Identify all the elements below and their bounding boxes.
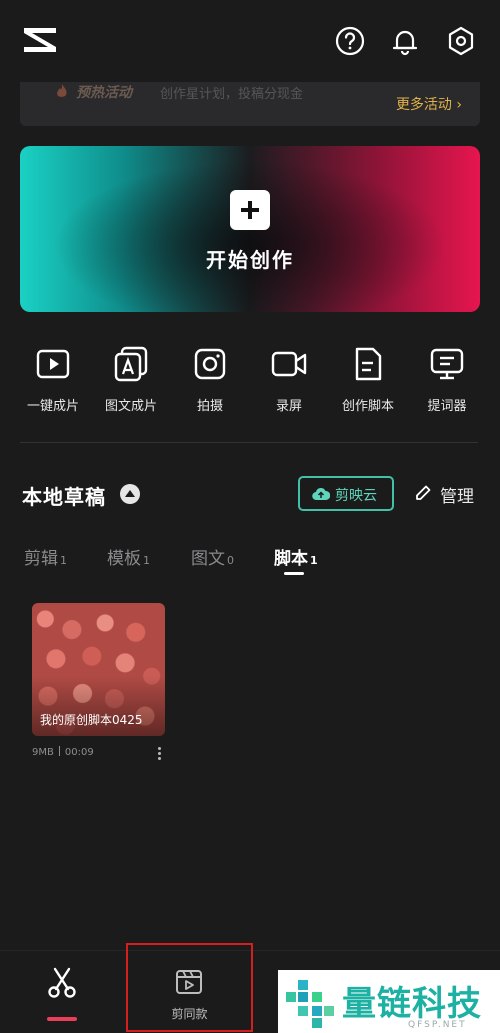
tab-label: 模板 <box>107 549 141 569</box>
draft-size: 9MB <box>32 747 54 758</box>
tab-count: 0 <box>227 554 234 567</box>
tools-row: 一键成片 图文成片 拍摄 录屏 创作脚本 提词器 <box>0 345 500 425</box>
cloud-upload-icon <box>312 487 330 501</box>
tool-one-click[interactable]: 一键成片 <box>12 345 94 423</box>
tool-label: 拍摄 <box>196 399 223 414</box>
tool-text-image[interactable]: 图文成片 <box>90 345 172 423</box>
fire-icon <box>57 84 67 97</box>
watermark-text: 量链科技 <box>342 984 482 1024</box>
start-creating-label: 开始创作 <box>206 248 294 272</box>
active-nav-indicator <box>47 1017 77 1021</box>
bell-icon[interactable] <box>390 26 420 56</box>
capcut-logo <box>24 28 56 52</box>
record-icon <box>271 351 307 377</box>
tab-image-text[interactable]: 图文 0 <box>191 544 234 569</box>
tool-label: 图文成片 <box>104 399 157 414</box>
tab-label: 图文 <box>191 549 225 569</box>
divider <box>20 442 478 443</box>
draft-duration: 00:09 <box>64 747 94 758</box>
script-icon <box>355 347 382 381</box>
scissors-icon <box>48 967 76 998</box>
draft-tabs: 剪辑 1 模板 1 图文 0 脚本 1 <box>0 540 500 580</box>
cloud-button[interactable]: 剪映云 <box>298 476 394 511</box>
nav-edit[interactable] <box>30 961 94 1021</box>
tab-label: 剪辑 <box>24 549 58 569</box>
tool-camera[interactable]: 拍摄 <box>169 345 251 423</box>
tab-count: 1 <box>143 554 150 567</box>
tab-label: 脚本 <box>274 549 308 569</box>
banner-title: 预热活动 <box>76 85 132 101</box>
nav-template-label: 剪同款 <box>171 1007 208 1021</box>
activity-banner[interactable]: 预热活动 创作星计划，投稿分现金 更多活动 › <box>20 82 480 126</box>
plus-icon <box>230 190 270 230</box>
draft-title: 我的原创脚本0425 <box>40 713 143 727</box>
tab-template[interactable]: 模板 1 <box>107 544 150 569</box>
draft-meta: 9MB 00:09 <box>32 746 94 758</box>
tool-script[interactable]: 创作脚本 <box>327 345 409 423</box>
active-tab-indicator <box>284 572 304 575</box>
tool-screen-record[interactable]: 录屏 <box>248 345 330 423</box>
tab-count: 1 <box>310 554 318 567</box>
tool-teleprompter[interactable]: 提词器 <box>406 345 488 423</box>
watermark-subtext: QFSP.NET <box>408 1020 467 1030</box>
collapse-toggle-icon[interactable] <box>120 484 140 504</box>
manage-label: 管理 <box>440 487 474 507</box>
play-icon <box>36 349 70 379</box>
more-options-icon[interactable] <box>156 746 164 762</box>
settings-icon[interactable] <box>446 26 476 56</box>
teleprompter-icon <box>430 348 464 380</box>
tool-label: 一键成片 <box>26 399 79 414</box>
nav-template[interactable]: 剪同款 <box>126 943 253 1032</box>
tool-label: 录屏 <box>275 399 302 414</box>
clapperboard-icon <box>176 970 202 994</box>
local-drafts-title: 本地草稿 <box>22 485 106 509</box>
edit-pencil-icon <box>416 485 431 500</box>
help-icon[interactable] <box>335 26 365 56</box>
banner-subtitle: 创作星计划，投稿分现金 <box>160 87 304 102</box>
start-creating-button[interactable]: 开始创作 <box>20 146 480 312</box>
watermark-logo-icon <box>286 980 334 1028</box>
tool-label: 提词器 <box>427 399 467 414</box>
camera-icon <box>194 348 226 380</box>
tab-edit[interactable]: 剪辑 1 <box>24 544 67 569</box>
tab-count: 1 <box>60 554 67 567</box>
meta-separator <box>58 746 60 756</box>
watermark: 量链科技 QFSP.NET <box>278 970 500 1033</box>
cloud-label: 剪映云 <box>335 488 377 504</box>
draft-card-thumbnail[interactable]: 我的原创脚本0425 <box>32 603 165 736</box>
tab-script[interactable]: 脚本 1 <box>274 544 318 569</box>
tool-label: 创作脚本 <box>341 399 394 414</box>
more-activities-link[interactable]: 更多活动 › <box>396 94 462 114</box>
text-image-icon <box>114 346 148 382</box>
top-bar <box>0 0 500 80</box>
